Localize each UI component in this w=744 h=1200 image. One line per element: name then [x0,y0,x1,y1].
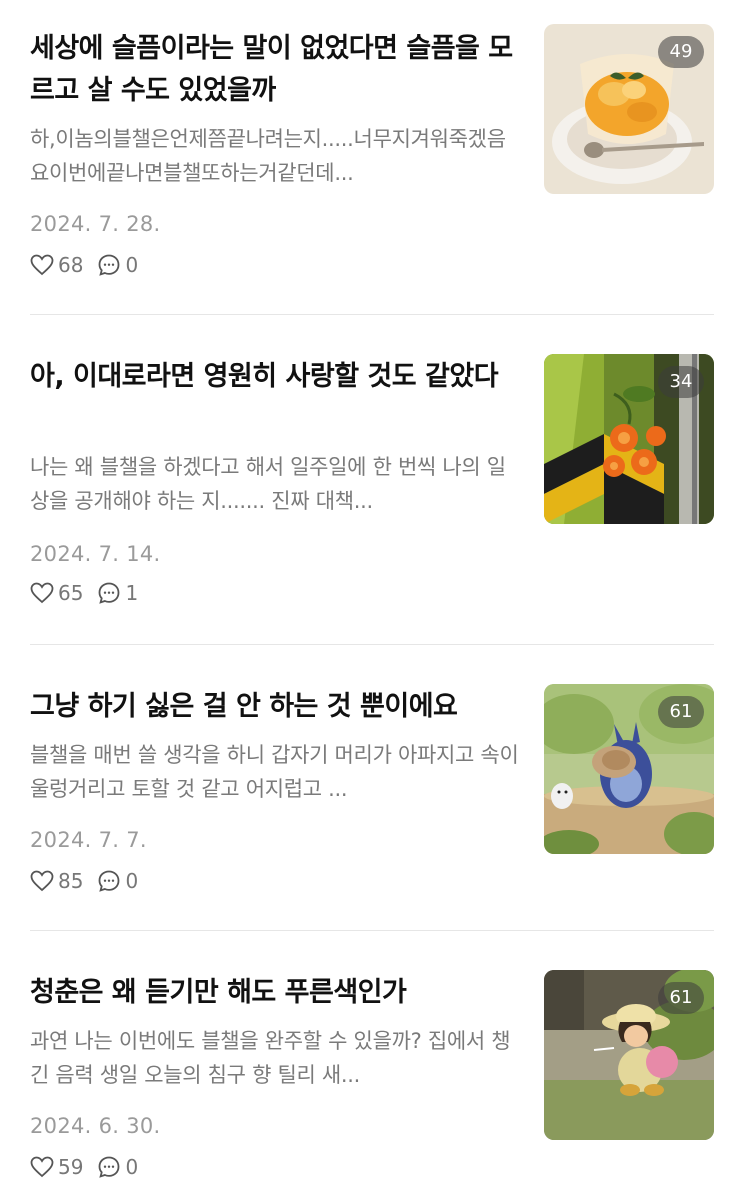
post-thumbnail[interactable]: 34 [544,354,714,524]
comment-count-value: 0 [125,869,139,893]
post-thumbnail[interactable]: 61 [544,970,714,1140]
divider [30,314,714,315]
like-count[interactable]: 68 [30,253,83,277]
post-item[interactable]: 아, 이대로라면 영원히 사랑할 것도 같았다 나는 왜 블챌을 하겠다고 해서… [30,354,714,616]
heart-icon [30,582,54,604]
comment-count-value: 0 [125,253,139,277]
post-title[interactable]: 그냥 하기 싫은 걸 안 하는 것 뿐이에요 [30,686,530,728]
photo-count-badge: 61 [658,982,704,1014]
post-date: 2024. 7. 28. [30,212,161,236]
divider [30,930,714,931]
comment-count-value: 0 [125,1155,139,1179]
comment-icon [99,870,120,892]
post-date: 2024. 7. 7. [30,828,147,852]
comment-count[interactable]: 0 [97,869,138,893]
like-count-value: 85 [58,869,84,893]
like-count[interactable]: 85 [30,869,83,893]
post-date: 2024. 7. 14. [30,542,161,566]
post-stats: 68 0 [30,250,152,280]
like-count-value: 65 [58,581,84,605]
comment-icon [99,254,120,276]
comment-icon [99,1156,120,1178]
post-stats: 59 0 [30,1152,152,1182]
post-item[interactable]: 세상에 슬픔이라는 말이 없었다면 슬픔을 모르고 살 수도 있었을까 하,이놈… [30,24,714,288]
comment-count[interactable]: 1 [97,581,138,605]
post-date: 2024. 6. 30. [30,1114,161,1138]
comment-count[interactable]: 0 [97,253,138,277]
photo-count-badge: 49 [658,36,704,68]
post-item[interactable]: 청춘은 왜 듣기만 해도 푸른색인가 과연 나는 이번에도 블챌을 완주할 수 … [30,970,714,1192]
comment-count[interactable]: 0 [97,1155,138,1179]
like-count[interactable]: 59 [30,1155,83,1179]
post-stats: 65 1 [30,578,152,608]
post-title[interactable]: 세상에 슬픔이라는 말이 없었다면 슬픔을 모르고 살 수도 있었을까 [30,28,530,112]
post-excerpt: 하,이놈의블챌은언제쯤끝나려는지.....너무지겨워죽겠음요이번에끝나면블챌또하… [30,127,506,185]
heart-icon [30,254,54,276]
heart-icon [30,870,54,892]
post-title[interactable]: 청춘은 왜 듣기만 해도 푸른색인가 [30,972,530,1014]
post-title[interactable]: 아, 이대로라면 영원히 사랑할 것도 같았다 [30,356,530,398]
like-count-value: 59 [58,1155,84,1179]
comment-count-value: 1 [125,581,139,605]
post-item[interactable]: 그냥 하기 싫은 걸 안 하는 것 뿐이에요 블챌을 매번 쓸 생각을 하니 갑… [30,684,714,906]
divider [30,644,714,645]
post-thumbnail[interactable]: 49 [544,24,714,194]
photo-count-badge: 61 [658,696,704,728]
heart-icon [30,1156,54,1178]
like-count[interactable]: 65 [30,581,83,605]
post-excerpt: 나는 왜 블챌을 하겠다고 해서 일주일에 한 번씩 나의 일상을 공개해야 하… [30,455,506,513]
post-excerpt: 과연 나는 이번에도 블챌을 완주할 수 있을까? 집에서 챙긴 음력 생일 오… [30,1029,511,1087]
post-thumbnail[interactable]: 61 [544,684,714,854]
post-excerpt: 블챌을 매번 쓸 생각을 하니 갑자기 머리가 아파지고 속이 울렁거리고 토할… [30,743,519,801]
photo-count-badge: 34 [658,366,704,398]
like-count-value: 68 [58,253,84,277]
comment-icon [99,582,120,604]
post-stats: 85 0 [30,866,152,896]
